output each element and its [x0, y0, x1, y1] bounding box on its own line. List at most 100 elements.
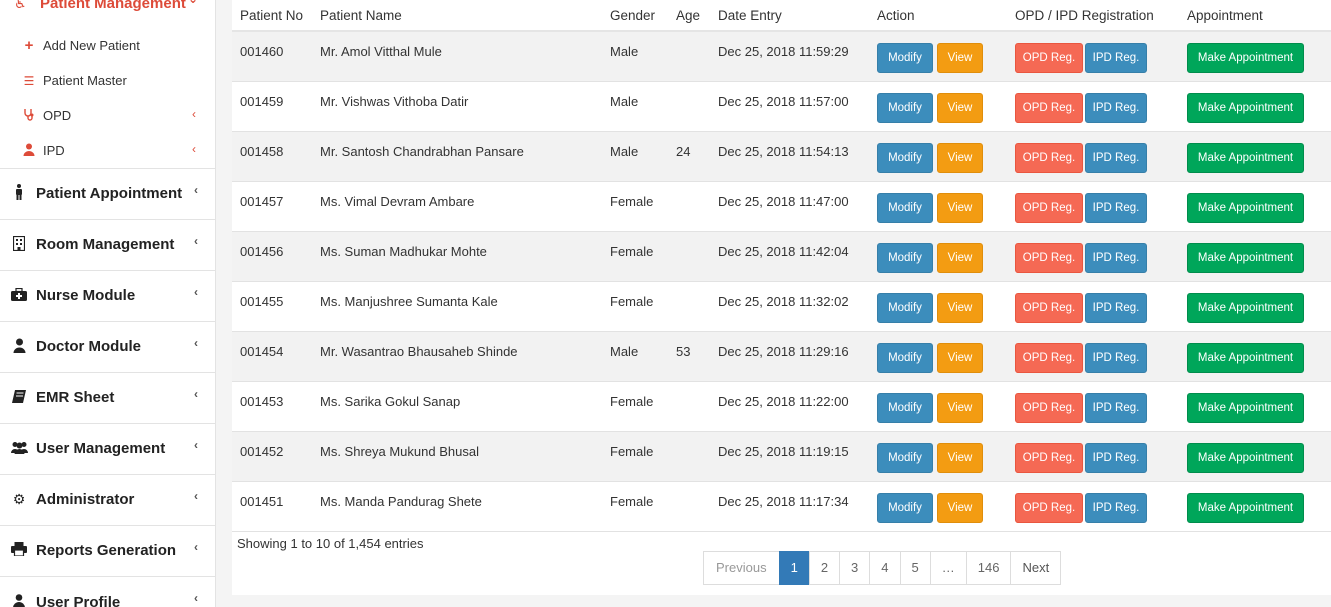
make-appointment-button[interactable]: Make Appointment: [1187, 242, 1304, 273]
modify-button[interactable]: Modify: [877, 192, 933, 223]
column-header[interactable]: Age: [668, 0, 710, 31]
opd-reg-button[interactable]: OPD Reg.: [1015, 242, 1083, 273]
opd-reg-button[interactable]: OPD Reg.: [1015, 442, 1083, 473]
view-button[interactable]: View: [937, 92, 983, 123]
pagination-page[interactable]: 3: [839, 551, 871, 585]
pagination-page[interactable]: 146: [965, 551, 1012, 585]
make-appointment-button[interactable]: Make Appointment: [1187, 342, 1304, 373]
table-row: 001456 Ms. Suman Madhukar Mohte Female Dec …: [232, 231, 1331, 281]
ipd-reg-button[interactable]: IPD Reg.: [1085, 342, 1147, 373]
sidebar-item-label: Patient Appointment: [36, 185, 183, 202]
ipd-reg-button[interactable]: IPD Reg.: [1085, 492, 1147, 523]
ipd-reg-button[interactable]: IPD Reg.: [1085, 142, 1147, 173]
column-header[interactable]: Date Entry: [710, 0, 869, 31]
make-appointment-button[interactable]: Make Appointment: [1187, 392, 1304, 423]
sidebar-item-user-management[interactable]: User Management ‹: [0, 423, 215, 473]
patient-age: [668, 481, 710, 531]
modify-button[interactable]: Modify: [877, 442, 933, 473]
ipd-reg-button[interactable]: IPD Reg.: [1085, 43, 1147, 73]
modify-button[interactable]: Modify: [877, 92, 933, 123]
sidebar-item-label: User Profile: [36, 594, 121, 607]
opd-reg-button[interactable]: OPD Reg.: [1015, 92, 1083, 123]
make-appointment-button[interactable]: Make Appointment: [1187, 192, 1304, 223]
patient-age: [668, 31, 710, 81]
view-button[interactable]: View: [937, 242, 983, 273]
date-entry: Dec 25, 2018 11:47:00: [718, 193, 849, 209]
modify-button[interactable]: Modify: [877, 142, 933, 173]
column-header[interactable]: Gender: [602, 0, 668, 31]
opd-reg-button[interactable]: OPD Reg.: [1015, 342, 1083, 373]
pagination-previous[interactable]: Previous: [703, 551, 780, 585]
patient-no: 001456: [240, 243, 284, 259]
column-header[interactable]: Patient No: [232, 0, 312, 31]
sidebar-subitem-patient-master[interactable]: ☰ Patient Master: [0, 63, 215, 98]
pagination-page[interactable]: 4: [869, 551, 901, 585]
sidebar-item-administrator[interactable]: ⚙ Administrator ‹: [0, 474, 215, 524]
sidebar-item-user-profile[interactable]: User Profile ‹: [0, 576, 215, 607]
appointment-cell: Make Appointment: [1179, 481, 1331, 531]
patient-name: Ms. Manda Pandurag Shete: [320, 493, 482, 509]
sidebar-item-room-management[interactable]: Room Management ‹: [0, 219, 215, 269]
chevron-left-icon: ‹: [194, 489, 198, 503]
opd-reg-button[interactable]: OPD Reg.: [1015, 292, 1083, 323]
ipd-reg-button[interactable]: IPD Reg.: [1085, 392, 1147, 423]
sidebar-item-patient-management[interactable]: ♿ Patient Management ⌄: [0, 0, 215, 18]
patient-no: 001459: [240, 93, 284, 109]
make-appointment-button[interactable]: Make Appointment: [1187, 142, 1304, 173]
pagination-next[interactable]: Next: [1010, 551, 1062, 585]
modify-button[interactable]: Modify: [877, 292, 933, 323]
date-entry: Dec 25, 2018 11:22:00: [718, 393, 849, 409]
view-button[interactable]: View: [937, 292, 983, 323]
sidebar-item-patient-appointment[interactable]: Patient Appointment ‹: [0, 168, 215, 218]
appointment-cell: Make Appointment: [1179, 31, 1331, 81]
opd-reg-button[interactable]: OPD Reg.: [1015, 192, 1083, 223]
opd-reg-button[interactable]: OPD Reg.: [1015, 392, 1083, 423]
view-button[interactable]: View: [937, 192, 983, 223]
pagination-page[interactable]: 1: [778, 551, 810, 585]
sidebar-item-emr-sheet[interactable]: EMR Sheet ‹: [0, 372, 215, 422]
registration-cell: OPD Reg. IPD Reg.: [1007, 31, 1179, 81]
sidebar-item-doctor-module[interactable]: Doctor Module ‹: [0, 321, 215, 371]
ipd-reg-button[interactable]: IPD Reg.: [1085, 292, 1147, 323]
sidebar-item-nurse-module[interactable]: Nurse Module ‹: [0, 270, 215, 320]
modify-button[interactable]: Modify: [877, 43, 933, 73]
pagination-page[interactable]: 5: [899, 551, 931, 585]
view-button[interactable]: View: [937, 43, 983, 73]
pagination-page[interactable]: 2: [808, 551, 841, 585]
modify-button[interactable]: Modify: [877, 492, 933, 523]
ipd-reg-button[interactable]: IPD Reg.: [1085, 242, 1147, 273]
ipd-reg-button[interactable]: IPD Reg.: [1085, 192, 1147, 223]
view-button[interactable]: View: [937, 392, 983, 423]
plus-icon: +: [24, 37, 34, 54]
make-appointment-button[interactable]: Make Appointment: [1187, 292, 1304, 323]
make-appointment-button[interactable]: Make Appointment: [1187, 92, 1304, 123]
view-button[interactable]: View: [937, 142, 983, 173]
modify-button[interactable]: Modify: [877, 242, 933, 273]
opd-reg-button[interactable]: OPD Reg.: [1015, 492, 1083, 523]
opd-reg-button[interactable]: OPD Reg.: [1015, 142, 1083, 173]
sidebar-item-label: Doctor Module: [36, 338, 141, 355]
sidebar-subitem-ipd[interactable]: IPD ‹: [0, 133, 215, 168]
table-row: 001451 Ms. Manda Pandurag Shete Female Dec …: [232, 481, 1331, 531]
patient-name: Mr. Vishwas Vithoba Datir: [320, 93, 469, 109]
view-button[interactable]: View: [937, 342, 983, 373]
table-row: 001457 Ms. Vimal Devram Ambare Female Dec 2…: [232, 181, 1331, 231]
patient-gender: Female: [610, 293, 654, 309]
make-appointment-button[interactable]: Make Appointment: [1187, 43, 1304, 73]
modify-button[interactable]: Modify: [877, 392, 933, 423]
sidebar-subitem-add-new-patient[interactable]: + Add New Patient: [0, 28, 215, 63]
opd-reg-button[interactable]: OPD Reg.: [1015, 43, 1083, 73]
make-appointment-button[interactable]: Make Appointment: [1187, 492, 1304, 523]
modify-button[interactable]: Modify: [877, 342, 933, 373]
view-button[interactable]: View: [937, 492, 983, 523]
column-header[interactable]: Patient Name: [312, 0, 602, 31]
patient-age: [668, 431, 710, 481]
sidebar-item-reports-generation[interactable]: Reports Generation ‹: [0, 525, 215, 575]
registration-cell: OPD Reg. IPD Reg.: [1007, 181, 1179, 231]
make-appointment-button[interactable]: Make Appointment: [1187, 442, 1304, 473]
view-button[interactable]: View: [937, 442, 983, 473]
ipd-reg-button[interactable]: IPD Reg.: [1085, 442, 1147, 473]
sidebar-subitem-opd[interactable]: OPD ‹: [0, 98, 215, 133]
registration-cell: OPD Reg. IPD Reg.: [1007, 331, 1179, 381]
ipd-reg-button[interactable]: IPD Reg.: [1085, 92, 1147, 123]
